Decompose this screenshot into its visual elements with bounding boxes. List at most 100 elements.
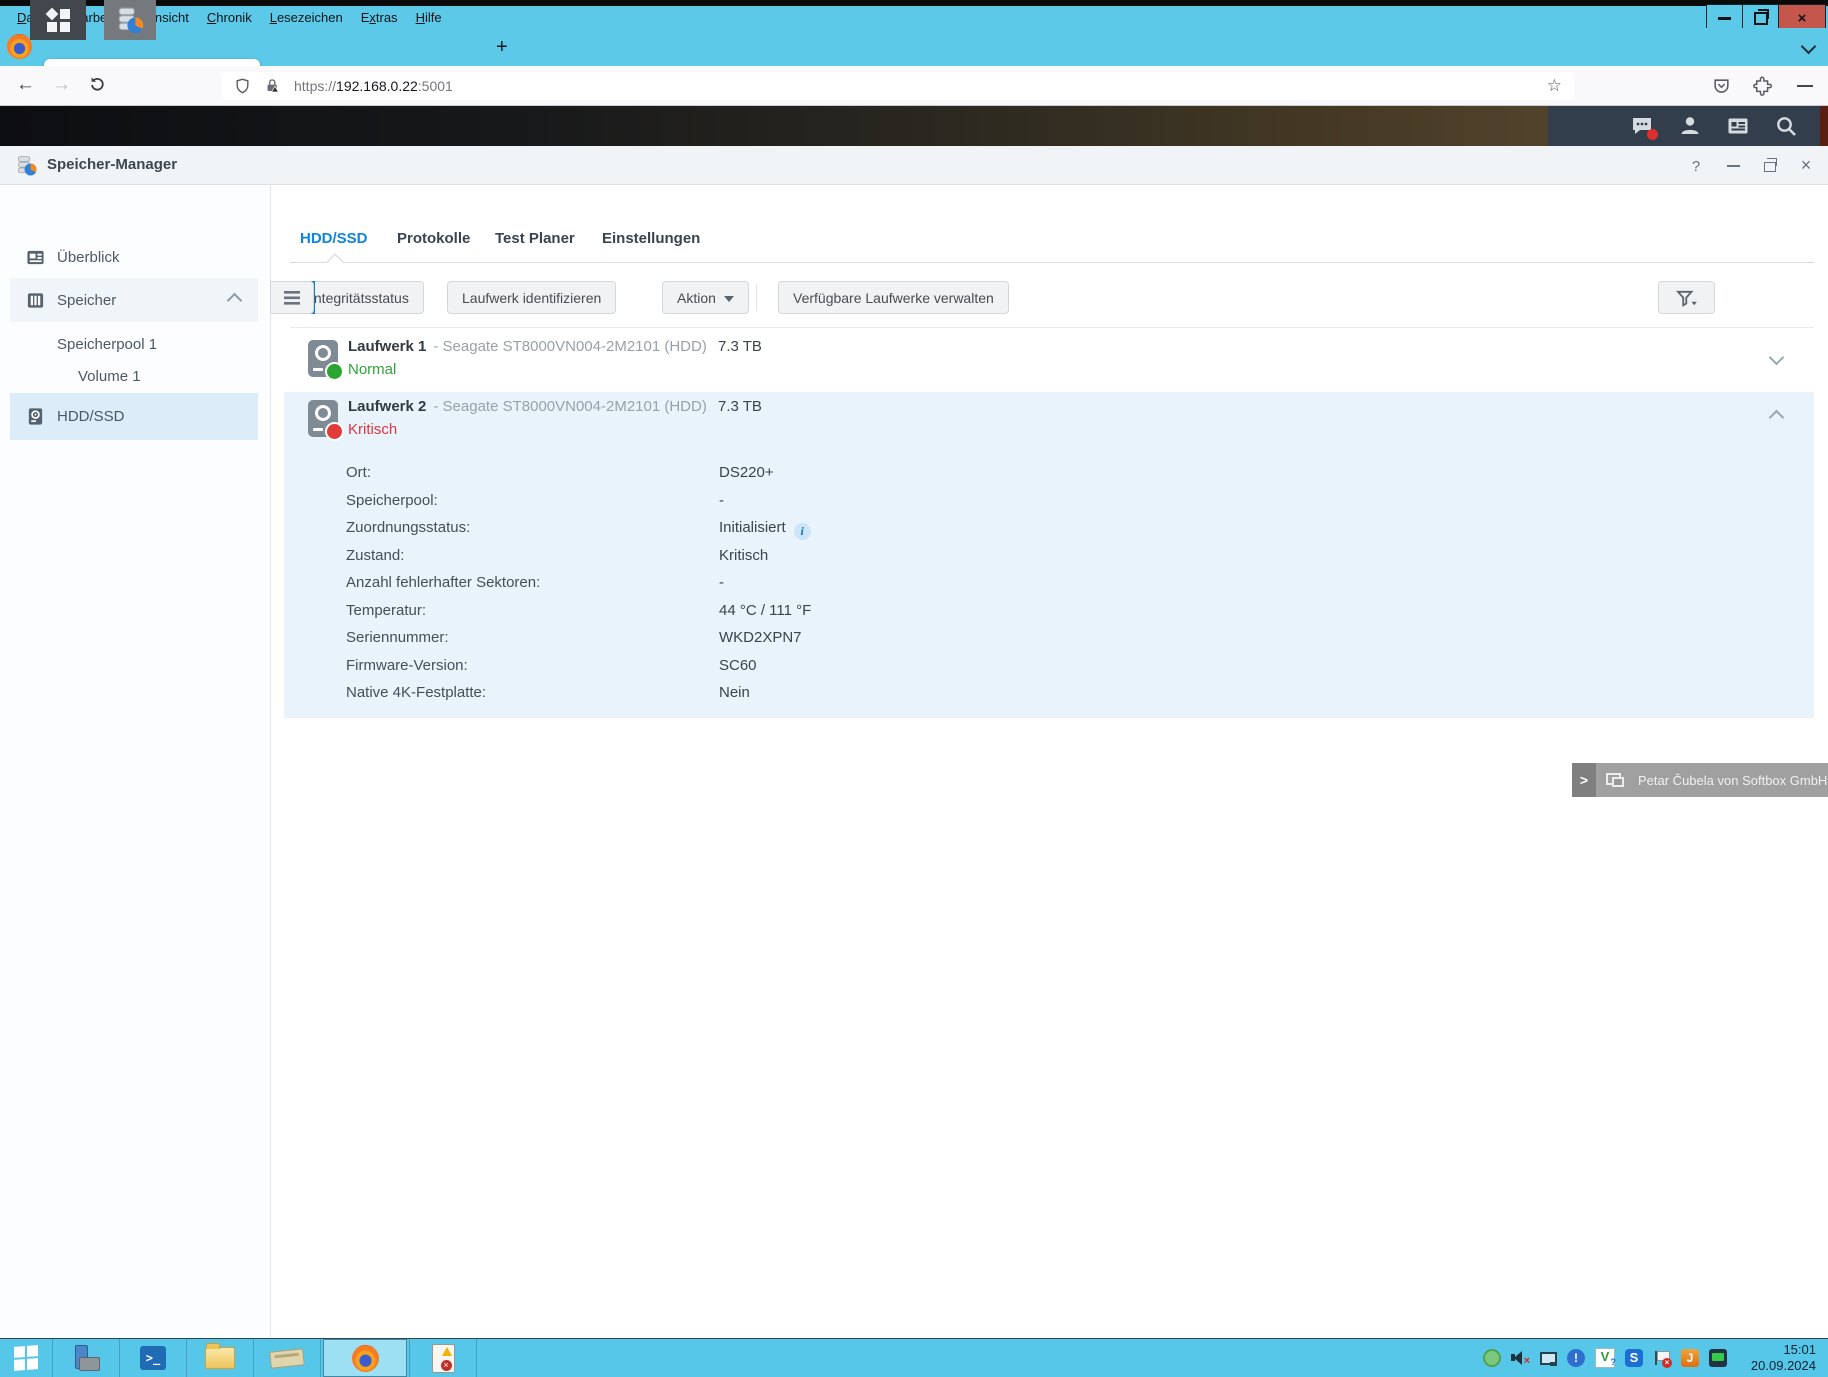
menu-chronik[interactable]: Chronik — [198, 8, 261, 27]
dsm-main-menu-button[interactable] — [30, 0, 86, 40]
taskbar-file-explorer[interactable] — [187, 1339, 253, 1377]
drive-row-laufwerk-1[interactable]: ✓ Laufwerk 1- Seagate ST8000VN004-2M2101… — [284, 332, 1814, 390]
screen: Datei Bearbeiten Ansicht Chronik Lesezei… — [0, 0, 1828, 1377]
tab-einstellungen[interactable]: Einstellungen — [602, 230, 700, 247]
tab-protokolle[interactable]: Protokolle — [397, 230, 470, 247]
storage-manager-icon — [16, 155, 37, 176]
clock-date: 20.09.2024 — [1751, 1358, 1816, 1374]
new-tab-button[interactable]: + — [496, 37, 508, 57]
app-help-button[interactable]: ? — [1686, 156, 1706, 176]
taskbar-event-log[interactable] — [410, 1339, 476, 1377]
collapse-chevron-icon[interactable] — [1771, 410, 1782, 428]
list-divider — [290, 327, 1814, 328]
main-menu-grid-icon — [47, 9, 70, 32]
dsm-storage-manager-task-button[interactable] — [104, 0, 156, 40]
storage-pool-icon — [26, 291, 45, 310]
detail-row: Temperatur:44 °C / 111 °F — [346, 597, 811, 625]
close-icon: × — [1798, 11, 1807, 26]
back-button[interactable]: ← — [16, 75, 35, 94]
system-tray: × ! V? S × J — [1478, 1339, 1732, 1377]
taskbar-clock[interactable]: 15:01 20.09.2024 — [1751, 1342, 1816, 1374]
sidebar-item-volume-1[interactable]: Volume 1 — [10, 361, 258, 391]
tray-java-icon[interactable]: J — [1681, 1349, 1699, 1367]
filter-button[interactable] — [1658, 281, 1715, 314]
sidebar-item-hdd-ssd[interactable]: HDD/SSD — [10, 393, 258, 440]
tab-test-planer[interactable]: Test Planer — [495, 230, 575, 247]
taskbar-powershell[interactable]: >_ — [120, 1339, 186, 1377]
screens-icon — [1606, 773, 1624, 787]
tray-action-center-flag-icon[interactable]: × — [1653, 1349, 1671, 1367]
app-restore-button[interactable] — [1760, 157, 1780, 177]
detail-row: Seriennummer:WKD2XPN7 — [346, 624, 811, 652]
tray-green-app-icon[interactable] — [1483, 1349, 1501, 1367]
app-minimize-button[interactable] — [1723, 156, 1743, 176]
drive-size: 7.3 TB — [718, 338, 762, 355]
drive-row-laufwerk-2[interactable]: ! Laufwerk 2- Seagate ST8000VN004-2M2101… — [284, 392, 1814, 718]
app-window-title: Speicher-Manager — [47, 156, 177, 173]
sidebar-item-label: Speicherpool 1 — [57, 336, 157, 353]
storage-manager-icon — [116, 6, 144, 34]
action-dropdown-button[interactable]: Aktion — [662, 281, 749, 314]
url-port: :5001 — [418, 78, 453, 94]
bookmark-star-icon[interactable]: ☆ — [1547, 76, 1562, 96]
sidebar: Überblick Speicher Speicherpool 1 Volume… — [0, 185, 271, 1338]
tray-teamviewer-icon[interactable] — [1709, 1349, 1727, 1367]
collapse-chevron-icon[interactable] — [227, 292, 243, 308]
drive-status: Kritisch — [348, 421, 397, 438]
status-ok-badge: ✓ — [325, 362, 344, 381]
drive-status: Normal — [348, 361, 396, 378]
info-icon[interactable]: i — [794, 523, 811, 540]
start-button[interactable] — [0, 1339, 52, 1377]
manage-available-drives-button[interactable]: Verfügbare Laufwerke verwalten — [778, 281, 1009, 314]
event-log-icon — [432, 1344, 455, 1373]
menu-extras[interactable]: Extras — [352, 8, 407, 27]
shield-icon[interactable] — [234, 77, 251, 95]
table-view-button[interactable] — [270, 281, 314, 314]
reload-button[interactable] — [88, 75, 106, 93]
drive-model: - Seagate ST8000VN004-2M2101 (HDD) — [433, 398, 706, 415]
menu-lesezeichen[interactable]: Lesezeichen — [261, 8, 352, 27]
search-icon[interactable] — [1774, 114, 1798, 138]
taskbar-server-manager[interactable] — [53, 1339, 119, 1377]
drive-icon: ! — [308, 400, 338, 437]
teamviewer-session-label: Petar Čubela von Softbox GmbH — [1638, 773, 1827, 788]
widgets-panel-icon[interactable] — [1726, 114, 1750, 138]
app-close-button[interactable]: × — [1796, 155, 1816, 175]
forward-button[interactable]: → — [52, 75, 71, 94]
detail-row: Ort:DS220+ — [346, 459, 811, 487]
scanner-icon — [269, 1348, 305, 1368]
taskbar-scanner-app[interactable] — [254, 1339, 320, 1377]
drive-size: 7.3 TB — [718, 398, 762, 415]
active-tab-notch — [327, 254, 344, 271]
user-account-icon[interactable] — [1678, 114, 1702, 138]
tray-network-icon[interactable] — [1539, 1349, 1557, 1367]
sidebar-item-ueberblick[interactable]: Überblick — [10, 237, 258, 278]
tray-volume-muted-icon[interactable]: × — [1511, 1349, 1529, 1367]
folder-icon — [205, 1347, 235, 1369]
toolbar-separator — [756, 284, 757, 311]
browser-tabstrip: DSM MAIO-NAS-02 - Synology NAS × DSM MAI… — [0, 28, 1828, 66]
identify-drive-button[interactable]: Laufwerk identifizieren — [447, 281, 616, 314]
teamviewer-session-bar[interactable]: Petar Čubela von Softbox GmbH — [1596, 763, 1828, 797]
dsm-system-tray — [1548, 106, 1820, 146]
sidebar-item-label: HDD/SSD — [57, 408, 125, 425]
expand-chevron-icon[interactable] — [1771, 350, 1782, 368]
menu-hilfe[interactable]: Hilfe — [407, 8, 451, 27]
firefox-logo-icon — [352, 1345, 379, 1372]
extensions-puzzle-icon[interactable] — [1753, 76, 1773, 96]
tab-overflow-chevron-icon[interactable] — [1801, 39, 1817, 55]
teamviewer-expand-button[interactable]: > — [1572, 763, 1596, 797]
notifications-chat-icon[interactable] — [1630, 114, 1654, 138]
sidebar-item-speicherpool-1[interactable]: Speicherpool 1 — [10, 329, 258, 359]
tray-alert-icon[interactable]: ! — [1567, 1349, 1585, 1367]
detail-row: Anzahl fehlerhafter Sektoren:- — [346, 569, 811, 597]
address-bar[interactable]: https://192.168.0.22:5001 ☆ — [222, 72, 1574, 100]
sidebar-item-speicher[interactable]: Speicher — [10, 278, 258, 322]
tray-s-app-icon[interactable]: S — [1625, 1349, 1643, 1367]
lock-warning-icon[interactable] — [264, 77, 281, 95]
tray-v-app-icon[interactable]: V? — [1595, 1348, 1615, 1368]
tab-hdd-ssd[interactable]: HDD/SSD — [300, 230, 368, 247]
pocket-icon[interactable] — [1712, 77, 1731, 96]
firefox-logo-icon — [7, 34, 32, 59]
taskbar-firefox-active[interactable] — [323, 1339, 407, 1377]
